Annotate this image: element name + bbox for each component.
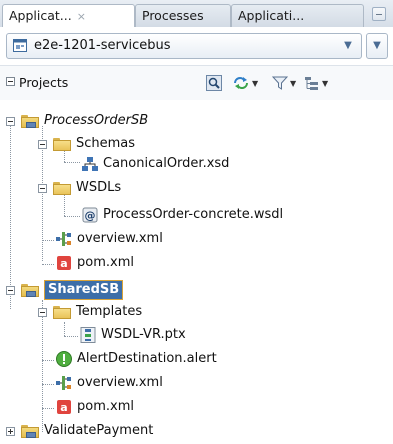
tab-label: Processes: [142, 8, 204, 23]
tree-item-label: pom.xml: [77, 399, 134, 414]
maven-icon: a: [57, 400, 71, 414]
collapse-icon[interactable]: [6, 285, 15, 295]
chevron-down-icon: ▼: [322, 78, 329, 88]
application-select[interactable]: e2e-1201-servicebus ▼: [6, 33, 362, 59]
folder-icon: [53, 305, 71, 319]
hierarchy-icon: [305, 77, 318, 90]
tree-item-wsdl-vr-ptx[interactable]: WSDL-VR.ptx: [80, 324, 186, 346]
tree-item-label: Schemas: [76, 136, 136, 151]
chevron-down-icon[interactable]: ▼: [339, 38, 357, 54]
collapse-icon[interactable]: [38, 139, 47, 149]
project-folder-icon: [21, 424, 39, 438]
tree-item-validatepayment[interactable]: ValidatePayment: [6, 420, 153, 442]
application-selector-row: e2e-1201-servicebus ▼ ▼: [0, 27, 393, 65]
minimize-icon[interactable]: [372, 7, 386, 21]
chevron-down-icon: ▼: [290, 78, 297, 88]
folder-icon: [53, 137, 71, 151]
tab-processes[interactable]: Processes: [135, 4, 231, 27]
tree-item-templates[interactable]: Templates: [38, 301, 142, 323]
schema-icon: [82, 157, 98, 171]
collapse-icon[interactable]: [6, 77, 15, 86]
sync-icon: [234, 77, 248, 89]
svg-text:a: a: [60, 401, 67, 414]
tree-item-label: overview.xml: [77, 231, 163, 246]
alert-icon: [56, 351, 72, 367]
collapse-icon[interactable]: [38, 183, 47, 193]
search-icon: [206, 75, 222, 91]
tree-item-pom-xml[interactable]: a pom.xml: [56, 396, 134, 418]
project-folder-icon: [21, 283, 39, 297]
tree-item-label: ProcessOrder-concrete.wsdl: [103, 207, 284, 222]
tree-item-schemas[interactable]: Schemas: [38, 133, 135, 155]
tab-bar: Applicat... × Processes Applicati...: [0, 0, 393, 28]
tree-item-label: ProcessOrderSB: [44, 113, 149, 128]
application-icon: [13, 39, 27, 52]
tab-applications[interactable]: Applicat... ×: [2, 4, 135, 28]
wsdl-icon: @: [82, 207, 98, 223]
hierarchy-button[interactable]: ▼: [304, 73, 328, 93]
search-button[interactable]: [206, 73, 222, 93]
tree-item-label: CanonicalOrder.xsd: [103, 156, 230, 171]
project-folder-icon: [21, 114, 39, 128]
tree-item-canonicalorder-xsd[interactable]: CanonicalOrder.xsd: [82, 153, 229, 175]
filter-button[interactable]: ▼: [272, 73, 296, 93]
tree-item-processorder-wsdl[interactable]: @ ProcessOrder-concrete.wsdl: [82, 204, 283, 226]
collapse-icon[interactable]: [38, 307, 47, 317]
tab-label: Applicat...: [9, 8, 72, 23]
svg-text:@: @: [85, 209, 96, 222]
tree-item-label: WSDL-VR.ptx: [101, 327, 186, 342]
collapse-icon[interactable]: [6, 116, 15, 126]
tree-item-wsdls[interactable]: WSDLs: [38, 177, 121, 199]
filter-icon: [272, 76, 288, 90]
tree-item-label: SharedSB: [44, 280, 124, 300]
application-menu-button[interactable]: ▼: [366, 33, 388, 59]
tree-item-alertdestination[interactable]: AlertDestination.alert: [56, 348, 217, 370]
tree-item-overview-xml[interactable]: overview.xml: [56, 372, 163, 394]
tree-item-label: Templates: [76, 304, 143, 319]
projects-header: Projects ▼ ▼ ▼: [0, 65, 393, 101]
tree-item-pom-xml[interactable]: a pom.xml: [56, 252, 134, 274]
overview-icon: [56, 376, 71, 390]
tree-item-processordersb[interactable]: ProcessOrderSB: [6, 110, 148, 132]
tree-item-label: AlertDestination.alert: [77, 351, 217, 366]
pipeline-template-icon: [80, 327, 96, 343]
maven-icon: a: [57, 256, 71, 270]
tab-applications-2[interactable]: Applicati...: [231, 4, 364, 27]
projects-title: Projects: [19, 75, 69, 90]
tree-item-label: WSDLs: [76, 180, 122, 195]
close-icon[interactable]: ×: [77, 10, 86, 23]
tree-item-label: ValidatePayment: [44, 423, 154, 438]
tree-item-sharedsb[interactable]: SharedSB: [6, 279, 124, 301]
sync-button[interactable]: ▼: [232, 73, 258, 93]
application-select-value: e2e-1201-servicebus: [34, 38, 171, 53]
overview-icon: [56, 232, 71, 246]
chevron-down-icon: ▼: [252, 78, 259, 88]
tab-label: Applicati...: [238, 8, 305, 23]
tree-item-label: overview.xml: [77, 375, 163, 390]
tree-item-label: pom.xml: [77, 255, 134, 270]
expand-icon[interactable]: [6, 426, 15, 436]
svg-text:a: a: [60, 257, 67, 270]
project-tree: ProcessOrderSB Schemas CanonicalOrder.xs…: [0, 100, 393, 444]
tree-item-overview-xml[interactable]: overview.xml: [56, 228, 163, 250]
folder-icon: [53, 181, 71, 195]
